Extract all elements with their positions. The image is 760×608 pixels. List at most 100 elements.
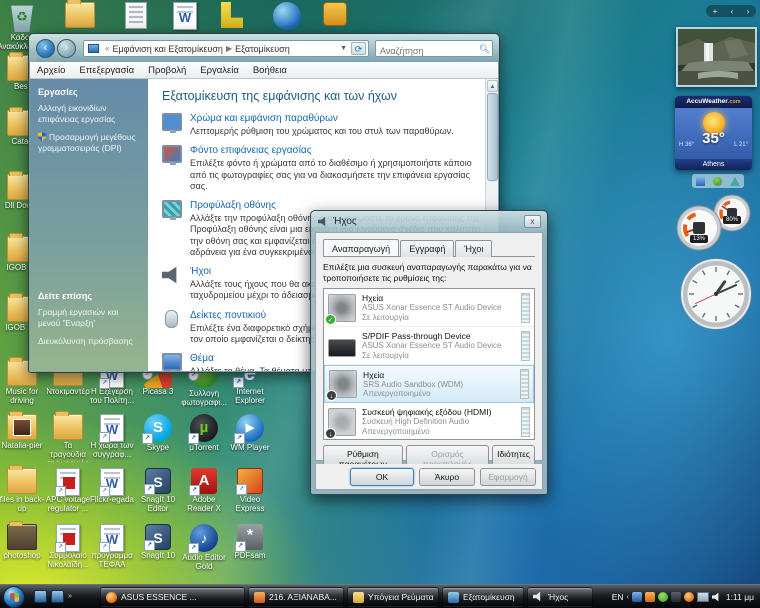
- desktop-icon[interactable]: µμTorrent: [181, 414, 227, 453]
- tab-playback[interactable]: Αναπαραγωγή: [323, 239, 399, 256]
- mini-app-icon[interactable]: [696, 177, 705, 186]
- language-indicator[interactable]: EN: [612, 592, 624, 602]
- add-gadget-icon[interactable]: +: [713, 7, 718, 16]
- desktop-icon[interactable]: photoshop: [0, 524, 45, 561]
- desktop-icon[interactable]: SSnagIt 10 Editor: [135, 468, 181, 514]
- close-icon[interactable]: x: [524, 215, 541, 228]
- weather-gadget[interactable]: AccuWeather.com 35° H 36° L 21° Athens: [675, 96, 752, 170]
- desktop-icon[interactable]: πρόγραμμα ΤΕΦΑΑ: [89, 524, 135, 570]
- desktop-icon[interactable]: Natalia-pier: [0, 414, 45, 451]
- snagit-icon: S: [145, 524, 171, 550]
- desktop-icon[interactable]: AAdobe Reader X: [181, 468, 227, 514]
- green-check-tray-icon[interactable]: [658, 592, 668, 602]
- device-row-hdmi[interactable]: ↓ Συσκευή ψηφιακής εξόδου (HDMI) Συσκευή…: [324, 403, 534, 440]
- dialog-titlebar[interactable]: Ήχος x: [311, 211, 547, 232]
- next-page-icon[interactable]: ›: [747, 7, 750, 16]
- desktop-icon[interactable]: *PDFsam: [227, 524, 273, 561]
- desktop-icon[interactable]: APC voltage regulator ...: [45, 468, 91, 514]
- desktop-icon[interactable]: [264, 2, 310, 30]
- desktop-icon[interactable]: Video Express: [227, 468, 273, 514]
- taskbtn-sound[interactable]: Ήχος: [527, 587, 593, 607]
- back-button[interactable]: ‹: [36, 39, 55, 58]
- apply-button[interactable]: Εφαρμογή: [480, 468, 536, 486]
- dialog-footer: OK Άκυρο Εφαρμογή: [315, 464, 543, 490]
- tray-chevron-icon[interactable]: ‹: [627, 594, 629, 601]
- desktop-icon[interactable]: SSnagIt 10: [135, 524, 181, 561]
- desktop-icon[interactable]: Η χώρα των συγγραφ...: [89, 414, 135, 460]
- network-icon[interactable]: [697, 592, 709, 602]
- taskbtn-document[interactable]: 216. ΑΞΙΑΝΑΒΑ...: [248, 587, 344, 607]
- quicklaunch-chevron-icon[interactable]: »: [68, 590, 72, 603]
- desktop-icon[interactable]: files in back-up: [0, 468, 45, 514]
- taskbtn-personalization[interactable]: Εξατομίκευση: [442, 587, 524, 607]
- breadcrumb-current[interactable]: Εξατομίκευση: [235, 44, 290, 54]
- mini-launcher-gadget[interactable]: [692, 174, 744, 188]
- clock[interactable]: 1:11 μμ: [726, 592, 754, 602]
- cpu-meter-gadget[interactable]: 13%: [676, 205, 722, 251]
- clock-gadget[interactable]: [680, 258, 752, 330]
- device-row-srs-selected[interactable]: ↓ Ηχεία SRS Audio Sandbox (WDM) Απενεργο…: [324, 365, 534, 403]
- search-box[interactable]: 🔍︎: [375, 40, 493, 57]
- window-titlebar[interactable]: ‹ › « Εμφάνιση και Εξατομίκευση ▶ Εξατομ…: [29, 34, 499, 62]
- cancel-button[interactable]: Άκυρο: [419, 468, 475, 486]
- show-desktop-icon[interactable]: [34, 590, 47, 603]
- photo-slideshow-gadget[interactable]: [676, 27, 757, 87]
- task-link-dpi[interactable]: Προσαρμογή μεγέθους γραμματοσειράς (DPI): [38, 132, 140, 153]
- search-icon[interactable]: 🔍︎: [479, 44, 489, 54]
- desktop-icon[interactable]: Flickr-egada: [89, 468, 135, 505]
- forward-button[interactable]: ›: [57, 39, 76, 58]
- desktop-icon[interactable]: [312, 2, 358, 26]
- see-also-taskbar-link[interactable]: Γραμμή εργασιών και μενού 'Έναρξη': [38, 307, 140, 328]
- menu-file[interactable]: Αρχείο: [30, 65, 72, 76]
- desktop-icon[interactable]: ▶WM Player: [227, 414, 273, 453]
- mini-triangle-icon[interactable]: [730, 177, 740, 186]
- menu-edit[interactable]: Επεξεργασία: [72, 65, 141, 76]
- ok-button[interactable]: OK: [350, 468, 414, 486]
- refresh-icon[interactable]: ⟳: [351, 42, 366, 55]
- desktop-icon[interactable]: [57, 2, 103, 28]
- dark-app-tray-icon[interactable]: [671, 592, 681, 602]
- scroll-thumb[interactable]: [487, 93, 498, 181]
- word-doc-icon: [100, 524, 124, 552]
- desktop-icon[interactable]: Συμβόλαιο Νικολαΐδη...: [45, 524, 91, 570]
- taskbtn-folder[interactable]: Υπόγεια Ρεύματα: [347, 587, 439, 607]
- device-row-speakers-asus[interactable]: ✓ Ηχεία ASUS Xonar Essence ST Audio Devi…: [324, 289, 534, 327]
- tab-recording[interactable]: Εγγραφή: [400, 240, 454, 257]
- mini-green-icon[interactable]: [713, 177, 722, 186]
- tasks-header: Εργασίες: [38, 87, 140, 97]
- item-link[interactable]: Φόντο επιφάνειας εργασίας: [190, 145, 486, 156]
- sound-dialog: Ήχος x Αναπαραγωγή Εγγραφή Ήχοι Επιλέξτε…: [310, 210, 548, 495]
- see-also-ease-link[interactable]: Διευκόλυνση πρόσβασης: [38, 336, 140, 347]
- orange-app-tray-icon[interactable]: [645, 592, 655, 602]
- firefox-tray-icon[interactable]: [684, 592, 694, 602]
- search-input[interactable]: [376, 45, 472, 58]
- task-link-change-icons[interactable]: Αλλαγή εικονιδίων επιφάνειας εργασίας: [38, 103, 140, 124]
- word-doc-icon: [100, 468, 124, 496]
- address-dropdown-icon[interactable]: ▼: [336, 45, 351, 52]
- scroll-up-icon[interactable]: ▲: [487, 80, 498, 92]
- device-row-spdif[interactable]: S/PDIF Pass-through Device ASUS Xonar Es…: [324, 327, 534, 365]
- menu-tools[interactable]: Εργαλεία: [193, 65, 246, 76]
- desktop-icon[interactable]: [113, 2, 159, 29]
- switch-windows-icon[interactable]: [51, 590, 64, 603]
- desktop-icon[interactable]: ♪Audio Editor Gold: [181, 524, 227, 572]
- volume-icon[interactable]: [712, 593, 721, 602]
- pdf-doc-icon: [56, 468, 80, 496]
- tab-sounds[interactable]: Ήχοι: [455, 240, 492, 257]
- sidebar-controls[interactable]: + ‹ ›: [706, 5, 756, 17]
- breadcrumb[interactable]: « Εμφάνιση και Εξατομίκευση ▶ Εξατομίκευ…: [83, 40, 369, 57]
- menu-view[interactable]: Προβολή: [141, 65, 193, 76]
- breadcrumb-root[interactable]: Εμφάνιση και Εξατομίκευση: [112, 44, 223, 54]
- blue-app-tray-icon[interactable]: [632, 592, 642, 602]
- menu-help[interactable]: Βοήθεια: [246, 65, 294, 76]
- folder-icon: [65, 2, 95, 28]
- prev-page-icon[interactable]: ‹: [731, 7, 734, 16]
- start-button[interactable]: [3, 586, 25, 608]
- desktop-icon[interactable]: Τα τραγούδια της χρονιάς: [45, 414, 91, 462]
- desktop-icon[interactable]: [209, 2, 255, 28]
- taskbtn-firefox[interactable]: ASUS ESSENCE ...: [100, 587, 245, 607]
- adobe-reader-icon: A: [191, 468, 217, 494]
- item-link[interactable]: Χρώμα και εμφάνιση παραθύρων: [190, 113, 486, 124]
- desktop-icon[interactable]: [162, 2, 208, 30]
- desktop-icon[interactable]: SSkype: [135, 414, 181, 453]
